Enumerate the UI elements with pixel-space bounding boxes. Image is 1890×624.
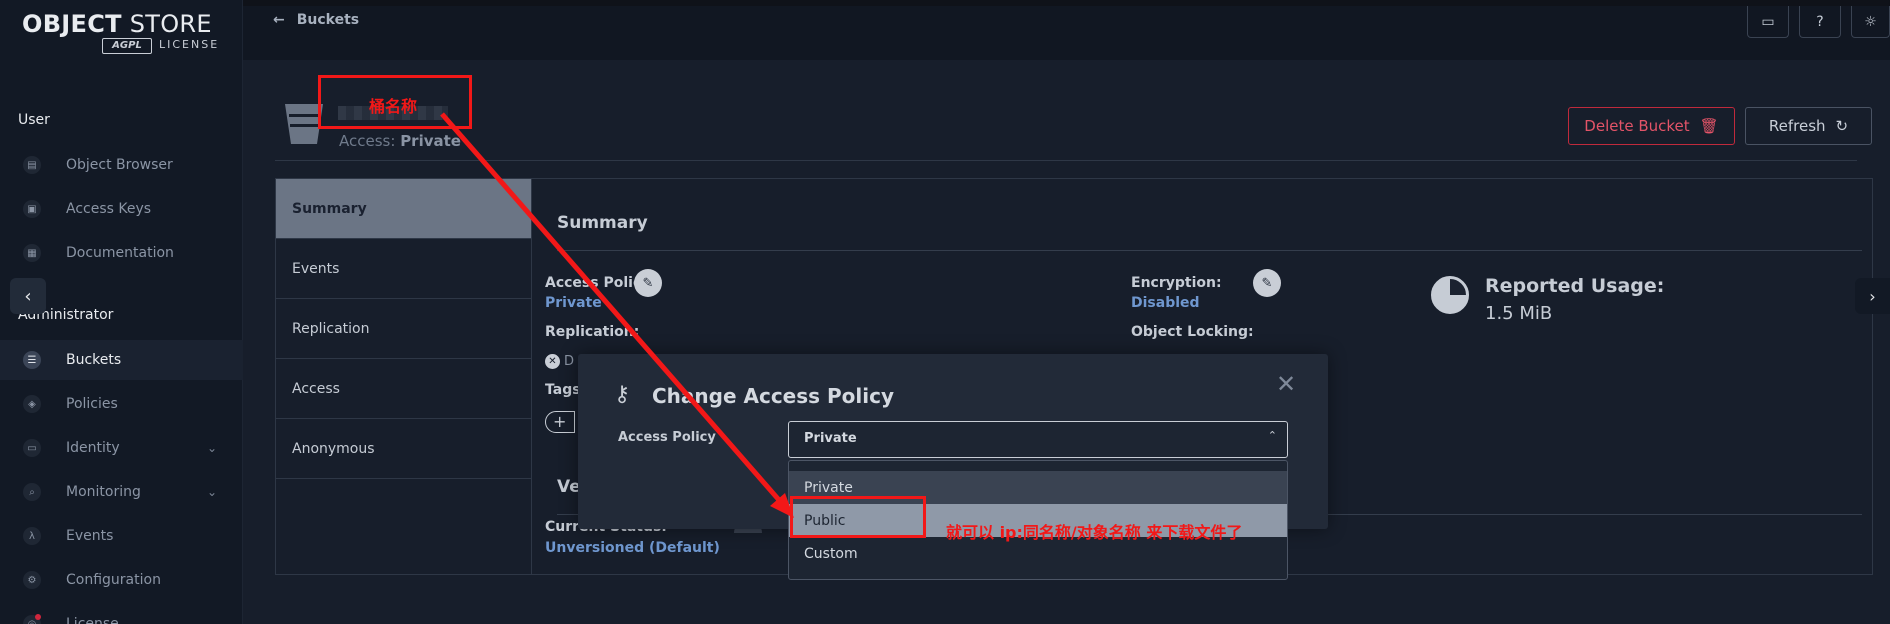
tab-anonymous[interactable]: Anonymous: [276, 419, 531, 479]
identity-icon: ▭: [23, 439, 41, 457]
top-header: ← Buckets ▭ ? ☼: [243, 6, 1890, 60]
add-tag-button[interactable]: +: [545, 411, 575, 433]
folder-icon[interactable]: ▭: [1747, 6, 1789, 38]
sidebar-item-label: Events: [66, 528, 114, 544]
app-root: OBJECT STORE AGPL LICENSE User ▤ Object …: [0, 0, 1890, 624]
sidebar-item-label: Configuration: [66, 572, 161, 588]
sidebar-item-label: Buckets: [66, 352, 122, 368]
sidebar: OBJECT STORE AGPL LICENSE User ▤ Object …: [0, 0, 243, 624]
encryption-label: Encryption:: [1131, 275, 1222, 291]
sidebar-item-configuration[interactable]: ⚙ Configuration: [0, 560, 243, 600]
edit-access-policy-pencil-icon[interactable]: ✎: [634, 269, 662, 297]
replication-label: Replication:: [545, 324, 640, 340]
title-divider: [275, 160, 1857, 161]
logo-license: LICENSE: [159, 38, 220, 51]
sidebar-item-monitoring[interactable]: ⌕ Monitoring ⌄: [0, 472, 243, 512]
detail-tabs: Summary Events Replication Access Anonym…: [276, 179, 532, 574]
access-policy-value[interactable]: Private: [545, 295, 602, 311]
documentation-icon: ▦: [23, 244, 41, 262]
edit-encryption-pencil-icon[interactable]: ✎: [1253, 269, 1281, 297]
access-policy-field-label: Access Policy: [618, 430, 716, 445]
refresh-label: Refresh: [1768, 117, 1826, 135]
chevron-up-icon: ⌃: [1267, 429, 1277, 442]
gear-icon: ⚙: [23, 571, 41, 589]
annotation-box-public: [790, 496, 926, 538]
reported-usage-label: Reported Usage:: [1485, 275, 1665, 297]
trash-icon: 🗑︎: [1699, 117, 1719, 135]
modal-title: Change Access Policy: [652, 384, 895, 408]
sidebar-item-label: Object Browser: [66, 157, 173, 173]
logo-agpl-badge: AGPL: [102, 38, 152, 54]
delete-bucket-label: Delete Bucket: [1584, 117, 1690, 135]
annotation-bucket-name: 桶名称: [369, 97, 418, 116]
summary-divider: [557, 250, 1862, 251]
chevron-down-icon: ⌄: [206, 485, 217, 499]
tab-events[interactable]: Events: [276, 239, 531, 299]
sidebar-item-label: Documentation: [66, 245, 174, 261]
sidebar-item-label: Identity: [66, 440, 120, 456]
summary-title: Summary: [557, 213, 648, 233]
delete-bucket-button[interactable]: Delete Bucket 🗑︎: [1568, 107, 1735, 145]
policies-icon: ◈: [23, 395, 41, 413]
reported-usage-value: 1.5 MiB: [1485, 303, 1553, 324]
chevron-down-icon: ⌄: [206, 441, 217, 455]
access-policy-selected-value: Private: [804, 431, 857, 446]
tab-summary[interactable]: Summary: [276, 179, 531, 239]
breadcrumb-buckets[interactable]: Buckets: [297, 12, 359, 28]
object-locking-label: Object Locking:: [1131, 324, 1254, 340]
lambda-icon: λ: [23, 527, 41, 545]
sidebar-item-label: License: [66, 616, 119, 624]
chevron-right-icon[interactable]: ›: [1855, 278, 1890, 314]
tab-replication[interactable]: Replication: [276, 299, 531, 359]
refresh-icon: ↻: [1835, 117, 1849, 135]
theme-sun-icon[interactable]: ☼: [1851, 6, 1890, 38]
back-arrow-icon[interactable]: ←: [273, 12, 285, 28]
buckets-icon: ☰: [23, 351, 41, 369]
sidebar-item-buckets[interactable]: ☰ Buckets: [0, 340, 243, 380]
breadcrumb[interactable]: ← Buckets: [273, 12, 359, 28]
access-keys-icon: ▣: [23, 200, 41, 218]
replication-disabled-icon: ✕: [545, 354, 560, 369]
sidebar-item-label: Access Keys: [66, 201, 152, 217]
sidebar-item-object-browser[interactable]: ▤ Object Browser: [0, 145, 243, 185]
sidebar-item-policies[interactable]: ◈ Policies: [0, 384, 243, 424]
bucket-access: Access: Private: [339, 132, 461, 150]
tab-access[interactable]: Access: [276, 359, 531, 419]
section-user: User: [18, 112, 50, 128]
monitoring-icon: ⌕: [23, 483, 41, 501]
usage-pie-icon: [1431, 276, 1469, 314]
sidebar-collapse-button[interactable]: ‹: [10, 278, 46, 314]
sidebar-item-documentation[interactable]: ▦ Documentation: [0, 233, 243, 273]
encryption-value[interactable]: Disabled: [1131, 295, 1200, 311]
license-alert-dot: [35, 614, 41, 620]
bucket-access-value: Private: [400, 132, 461, 150]
replication-value: D: [564, 354, 575, 369]
refresh-button[interactable]: Refresh ↻: [1745, 107, 1872, 145]
tags-label: Tags: [545, 382, 581, 398]
sidebar-item-events[interactable]: λ Events: [0, 516, 243, 556]
annotation-public-hint: 就可以 ip:同名称/对象名称 来下载文件了: [946, 523, 1243, 542]
sidebar-item-label: Monitoring: [66, 484, 141, 500]
logo: OBJECT STORE AGPL LICENSE: [22, 10, 222, 60]
sidebar-item-identity[interactable]: ▭ Identity ⌄: [0, 428, 243, 468]
object-browser-icon: ▤: [23, 156, 41, 174]
close-icon[interactable]: ✕: [1276, 370, 1296, 398]
sidebar-item-access-keys[interactable]: ▣ Access Keys: [0, 189, 243, 229]
sidebar-item-label: Policies: [66, 396, 118, 412]
access-policy-select[interactable]: Private ⌃: [788, 421, 1288, 458]
current-status-value: Unversioned (Default): [545, 540, 720, 556]
logo-title: OBJECT STORE: [22, 10, 212, 38]
key-icon: ⚷: [614, 382, 631, 407]
help-icon[interactable]: ?: [1799, 6, 1841, 38]
